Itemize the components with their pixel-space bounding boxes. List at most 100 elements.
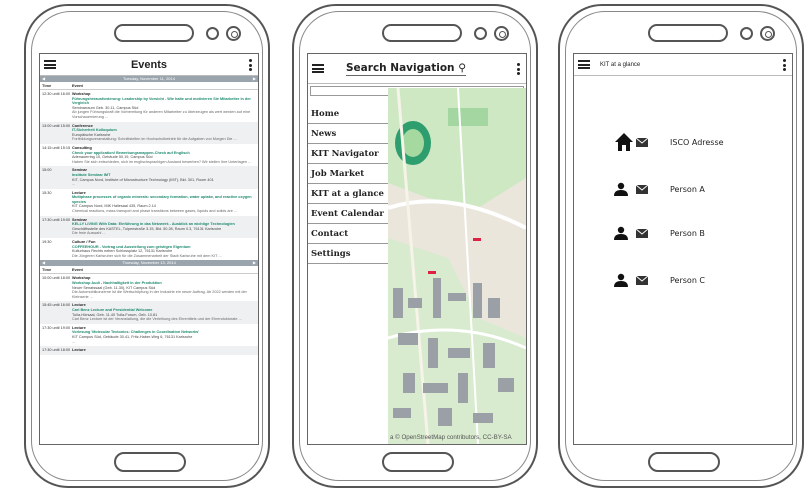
event-time: 10:00 until 18:00 [42,276,71,281]
table-row[interactable]: 12:30 until 16:00 Workshop Führungsherausf… [40,90,258,122]
search-icon[interactable]: ⚲ [458,62,466,74]
menu-item-event-calendar[interactable]: Event Calendar [308,204,388,224]
date-header: ◀ Thursday, November 13, 2014 ▶ [40,260,258,267]
event-time: 19:30 [42,240,52,245]
event-time: 12:30 until 16:00 [42,92,71,96]
map-attribution: a © OpenStreetMap contributors, CC-BY-SA [390,434,512,441]
event-title[interactable]: Multiphase processes of organic minerals… [72,195,256,204]
contact-row[interactable]: ISCO Adresse [614,132,724,152]
event-description: Die freie Auswahl ... [72,231,106,236]
event-description: Haben Sie sich entschieden, sich im engl… [72,159,252,164]
event-details: Workshop Führungsherausforderung: Leaders… [72,92,256,120]
app-bar: Events [40,54,258,76]
table-row[interactable]: 15:30 Lecture Multiphase processes of orga… [40,189,258,216]
menu-item-job-market[interactable]: Job Market [308,164,388,184]
camera-icon [226,26,241,41]
side-menu: Home News KIT Navigator Job Market KIT at a … [308,104,388,264]
table-row[interactable]: 15:00 Seminar Institute Seminar IMT KIT, Ca… [40,166,258,189]
event-description: Die Automobilkonzerne ist die Wertschöpf… [72,290,247,299]
table-row[interactable]: 19:30 Culture / Fun COFFEEHOUR - Vortrag u… [40,238,258,260]
event-details: Lecture Multiphase processes of organic m… [72,191,256,214]
contact-row[interactable]: Person C [614,273,705,287]
search-input[interactable]: Search Navigation ⚲ [346,62,466,76]
menu-item-settings[interactable]: Settings [308,244,388,264]
event-list-day1: 12:30 until 16:00 Workshop Führungsherausf… [40,90,258,260]
event-description: Ab jungen Führungskraft die Vorbereitung… [72,110,251,119]
navigation-screen: Search Navigation ⚲ a © OpenStreetMap co… [307,53,527,445]
event-description: Chemical reactions, mass transport and p… [72,209,238,214]
event-details: Lecture Vorlesung 'Molecular Tectonics: C… [72,326,256,344]
overflow-menu-icon[interactable] [783,59,786,71]
event-description: ... [72,182,76,187]
home-icon [615,133,633,151]
events-screen: Events ◀ Tuesday, November 11, 2014 ▶ Ti… [39,53,259,445]
next-day-icon[interactable]: ▶ [253,260,256,266]
mail-icon[interactable] [636,137,648,147]
table-header: Time Event [40,266,258,275]
phone-navigation: Search Navigation ⚲ a © OpenStreetMap co… [292,4,538,488]
menu-item-home[interactable]: Home [308,104,388,124]
event-description: Carl Benz Lecture ist der Veranstaltung,… [72,317,242,322]
campus-map[interactable]: a © OpenStreetMap contributors, CC-BY-SA [388,88,526,444]
menu-item-kit-navigator[interactable]: KIT Navigator [308,144,388,164]
mail-icon[interactable] [636,275,648,285]
table-row[interactable]: 17:30 until 18:00 Lecture [40,346,258,355]
event-time: 15:30 [42,190,52,195]
event-details: Lecture Carl Benz Lecture and Presidentia… [72,303,256,321]
person-icon [614,182,628,196]
table-row[interactable]: 10:00 until 18:00 Workshop Workshop Audi -… [40,274,258,301]
event-time: 15:00 [42,168,52,173]
event-details: Consulting Check your application! Bewerb… [72,146,256,164]
menu-item-kit-at-a-glance[interactable]: KIT at a glance [308,184,388,204]
event-details: Lecture [72,348,256,353]
menu-icon[interactable] [578,60,590,69]
menu-icon[interactable] [312,64,324,73]
home-button[interactable] [114,452,186,472]
event-time: 14:15 until 15:15 [42,145,71,150]
home-button[interactable] [382,452,454,472]
page-title: Events [130,58,168,71]
mail-icon[interactable] [636,228,648,238]
menu-item-news[interactable]: News [308,124,388,144]
event-details: Seminar Institute Seminar IMT KIT, Campus … [72,168,256,186]
col-time: Time [42,83,52,88]
event-time: 17:30 until 19:00 [42,325,71,330]
next-day-icon[interactable]: ▶ [253,76,256,82]
sensor-icon [474,27,487,40]
person-icon [614,226,628,240]
person-icon [614,273,628,287]
event-description: Fortbildungsveranstaltung: Schnittstelle… [72,137,237,142]
table-row[interactable]: 17:30 until 19:00 Seminar KELLY LIVING Wit… [40,215,258,239]
date-header: ◀ Tuesday, November 11, 2014 ▶ [40,76,258,82]
menu-item-contact[interactable]: Contact [308,224,388,244]
phone-events: Events ◀ Tuesday, November 11, 2014 ▶ Ti… [24,4,270,488]
app-bar: Search Navigation ⚲ [308,54,526,84]
home-button[interactable] [648,452,720,472]
speaker [382,24,462,42]
app-bar: KIT at a glance [574,54,792,76]
contact-row[interactable]: Person A [614,182,705,196]
event-title[interactable]: Führungsherausforderung: Leadership by V… [72,97,256,106]
mail-icon[interactable] [636,184,648,194]
event-time: 15:45 until 16:00 [42,303,71,308]
contact-row[interactable]: Person B [614,226,705,240]
date-label: Tuesday, November 11, 2014 [123,76,175,81]
prev-day-icon[interactable]: ◀ [42,260,45,266]
table-row[interactable]: 14:15 until 15:15 Consulting Check your ap… [40,144,258,166]
event-details: Conference IT-Sicherheit Kolloquium Europä… [72,124,256,142]
col-event: Event [72,83,83,88]
event-list-day2: 10:00 until 18:00 Workshop Workshop Audi -… [40,274,258,355]
overflow-menu-icon[interactable] [517,63,520,75]
table-row[interactable]: 15:45 until 16:00 Lecture Carl Benz Lectur… [40,301,258,324]
contact-label: Person C [670,275,706,285]
phone-glance: KIT at a glance ISCO Adresse Person A Pe… [558,4,804,488]
speaker [114,24,194,42]
prev-day-icon[interactable]: ◀ [42,76,45,82]
table-row[interactable]: 17:30 until 19:00 Lecture Vorlesung 'Molec… [40,324,258,346]
event-time: 13:00 until 15:00 [42,123,71,128]
camera-icon [494,26,509,41]
contact-label: Person B [670,228,705,238]
table-row[interactable]: 13:00 until 15:00 Conference IT-Sicherheit… [40,121,258,144]
overflow-menu-icon[interactable] [249,59,252,71]
camera-icon [760,26,775,41]
